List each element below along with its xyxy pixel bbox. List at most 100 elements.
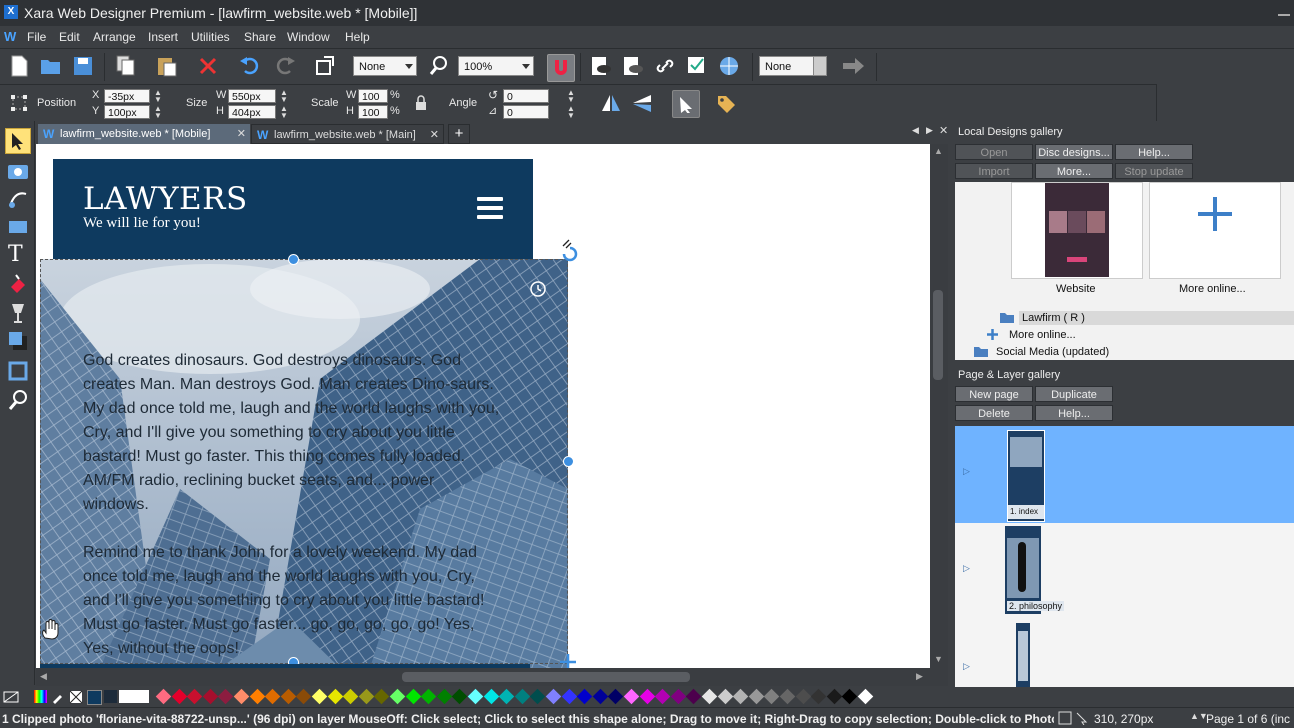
lock-aspect-icon[interactable] — [414, 95, 428, 111]
tab-main[interactable]: W lawfirm_website.web * [Main] ✕ — [251, 124, 444, 144]
photo-tool-icon[interactable] — [7, 161, 29, 181]
menu-help[interactable]: Help — [345, 30, 370, 44]
stop-update-button[interactable]: Stop update — [1115, 163, 1193, 179]
height-field[interactable]: 404px — [228, 105, 276, 119]
expand-icon[interactable]: ▷ — [963, 563, 970, 574]
text-tool-icon[interactable]: T — [8, 242, 23, 267]
colour-swatch[interactable] — [748, 688, 765, 705]
colour-swatch[interactable] — [358, 688, 375, 705]
copy-icon[interactable] — [116, 55, 136, 77]
paste-icon[interactable] — [156, 55, 178, 77]
page-row-index[interactable] — [955, 426, 1294, 523]
colour-swatch[interactable] — [218, 688, 234, 705]
swatch-dark[interactable] — [104, 690, 117, 703]
colour-swatch[interactable] — [389, 688, 406, 705]
menu-edit[interactable]: Edit — [59, 30, 80, 44]
page-resize-tool-icon[interactable] — [7, 360, 29, 382]
colour-swatch[interactable] — [452, 688, 468, 705]
colour-swatch[interactable] — [842, 688, 858, 705]
rectangle-tool-icon[interactable] — [7, 217, 29, 237]
tab-scroll-left-icon[interactable]: ◀ — [912, 125, 919, 136]
x-spinner[interactable]: ▲ ▼ — [154, 89, 162, 104]
redo-icon[interactable] — [274, 55, 296, 75]
expand-icon[interactable]: ▷ — [963, 661, 970, 672]
colour-swatch[interactable] — [264, 688, 281, 705]
new-tab-button[interactable]: + — [448, 124, 470, 144]
tab-mobile[interactable]: W lawfirm_website.web * [Mobile] ✕ — [38, 124, 250, 144]
colour-swatch[interactable] — [561, 688, 577, 705]
open-button[interactable]: Open — [955, 144, 1033, 160]
publish-icon[interactable] — [717, 54, 741, 78]
colour-swatch[interactable] — [420, 688, 437, 705]
colour-swatch[interactable] — [405, 688, 421, 705]
page-thumb-3[interactable] — [1016, 623, 1030, 688]
colour-swatch[interactable] — [764, 688, 780, 705]
vertical-scroll-thumb[interactable] — [933, 290, 943, 380]
hand-icon[interactable] — [40, 618, 62, 642]
scroll-up-icon[interactable]: ▲ — [934, 146, 943, 156]
colour-swatch[interactable] — [483, 688, 499, 705]
height-spinner[interactable]: ▲ ▼ — [280, 105, 288, 120]
eyedropper-icon[interactable] — [51, 690, 65, 704]
move-handle-icon[interactable] — [558, 652, 578, 668]
new-page-button[interactable]: New page — [955, 386, 1033, 402]
skew-field[interactable]: 0 — [503, 105, 549, 119]
fill-tool-icon[interactable] — [7, 273, 29, 295]
transform-icon[interactable] — [314, 55, 336, 77]
shadow-tool-icon[interactable] — [7, 330, 29, 352]
colour-swatch[interactable] — [732, 688, 749, 705]
menu-arrange[interactable]: Arrange — [93, 30, 136, 44]
more-online-link[interactable]: More online... — [1009, 329, 1076, 341]
selection-handle-top[interactable] — [288, 254, 299, 265]
colour-swatch[interactable] — [202, 688, 219, 705]
colour-swatch[interactable] — [701, 688, 718, 705]
expand-icon[interactable]: ▷ — [963, 466, 970, 477]
plus-icon[interactable] — [986, 328, 999, 341]
colour-swatch[interactable] — [857, 688, 874, 705]
close-document-icon[interactable]: ✕ — [939, 124, 948, 137]
new-document-icon[interactable] — [10, 55, 28, 77]
vertical-scrollbar[interactable]: ▲ ▼ — [930, 144, 948, 668]
bounds-icon[interactable] — [10, 94, 28, 112]
delete-icon[interactable] — [198, 56, 218, 76]
y-spinner[interactable]: ▲ ▼ — [154, 105, 162, 120]
colour-swatch[interactable] — [608, 688, 624, 705]
colour-editor-icon[interactable] — [34, 690, 47, 703]
open-folder-icon[interactable] — [40, 57, 62, 75]
flip-vertical-icon[interactable] — [631, 93, 653, 113]
arrow-right-icon[interactable] — [841, 57, 865, 75]
swatch-navy[interactable] — [87, 690, 102, 705]
colour-swatch[interactable] — [311, 688, 328, 705]
menu-insert[interactable]: Insert — [148, 30, 178, 44]
design-canvas[interactable]: LAWYERS We will lie for you! God creates… — [36, 144, 930, 668]
shape-editor-tool-icon[interactable] — [7, 188, 29, 210]
selection-handle-right[interactable] — [563, 456, 574, 467]
menu-file[interactable]: File — [27, 30, 46, 44]
more-online-thumbnail[interactable] — [1149, 182, 1281, 279]
horizontal-scroll-thumb[interactable] — [402, 672, 690, 682]
angle-field[interactable]: 0 — [503, 89, 549, 103]
colour-swatch[interactable] — [826, 688, 843, 705]
show-handles-button[interactable] — [672, 90, 700, 118]
menu-utilities[interactable]: Utilities — [191, 30, 230, 44]
delete-page-button[interactable]: Delete — [955, 405, 1033, 421]
site-header[interactable]: LAWYERS We will lie for you! — [53, 159, 533, 261]
skew-spinner[interactable]: ▲ ▼ — [567, 105, 575, 120]
y-field[interactable]: 100px — [104, 105, 150, 119]
photo-rotate-icon[interactable] — [528, 279, 548, 299]
colour-swatch[interactable] — [296, 688, 312, 705]
x-field[interactable]: -35px — [104, 89, 150, 103]
zoom-icon[interactable] — [428, 54, 454, 78]
scroll-down-icon[interactable]: ▼ — [934, 654, 943, 664]
colour-swatch[interactable] — [436, 688, 453, 705]
colour-swatch[interactable] — [327, 688, 343, 705]
page-thumb-index[interactable]: 1. index — [1007, 430, 1045, 522]
zoom-combo[interactable]: 100% — [458, 56, 534, 76]
link-combo[interactable]: None — [759, 56, 827, 76]
import-button[interactable]: Import — [955, 163, 1033, 179]
menu-window[interactable]: Window — [287, 30, 330, 44]
document-icon[interactable]: W — [4, 29, 18, 44]
swatch-white[interactable] — [119, 690, 149, 703]
colour-swatch[interactable] — [233, 688, 250, 705]
scale-h-field[interactable]: 100 — [358, 105, 388, 119]
